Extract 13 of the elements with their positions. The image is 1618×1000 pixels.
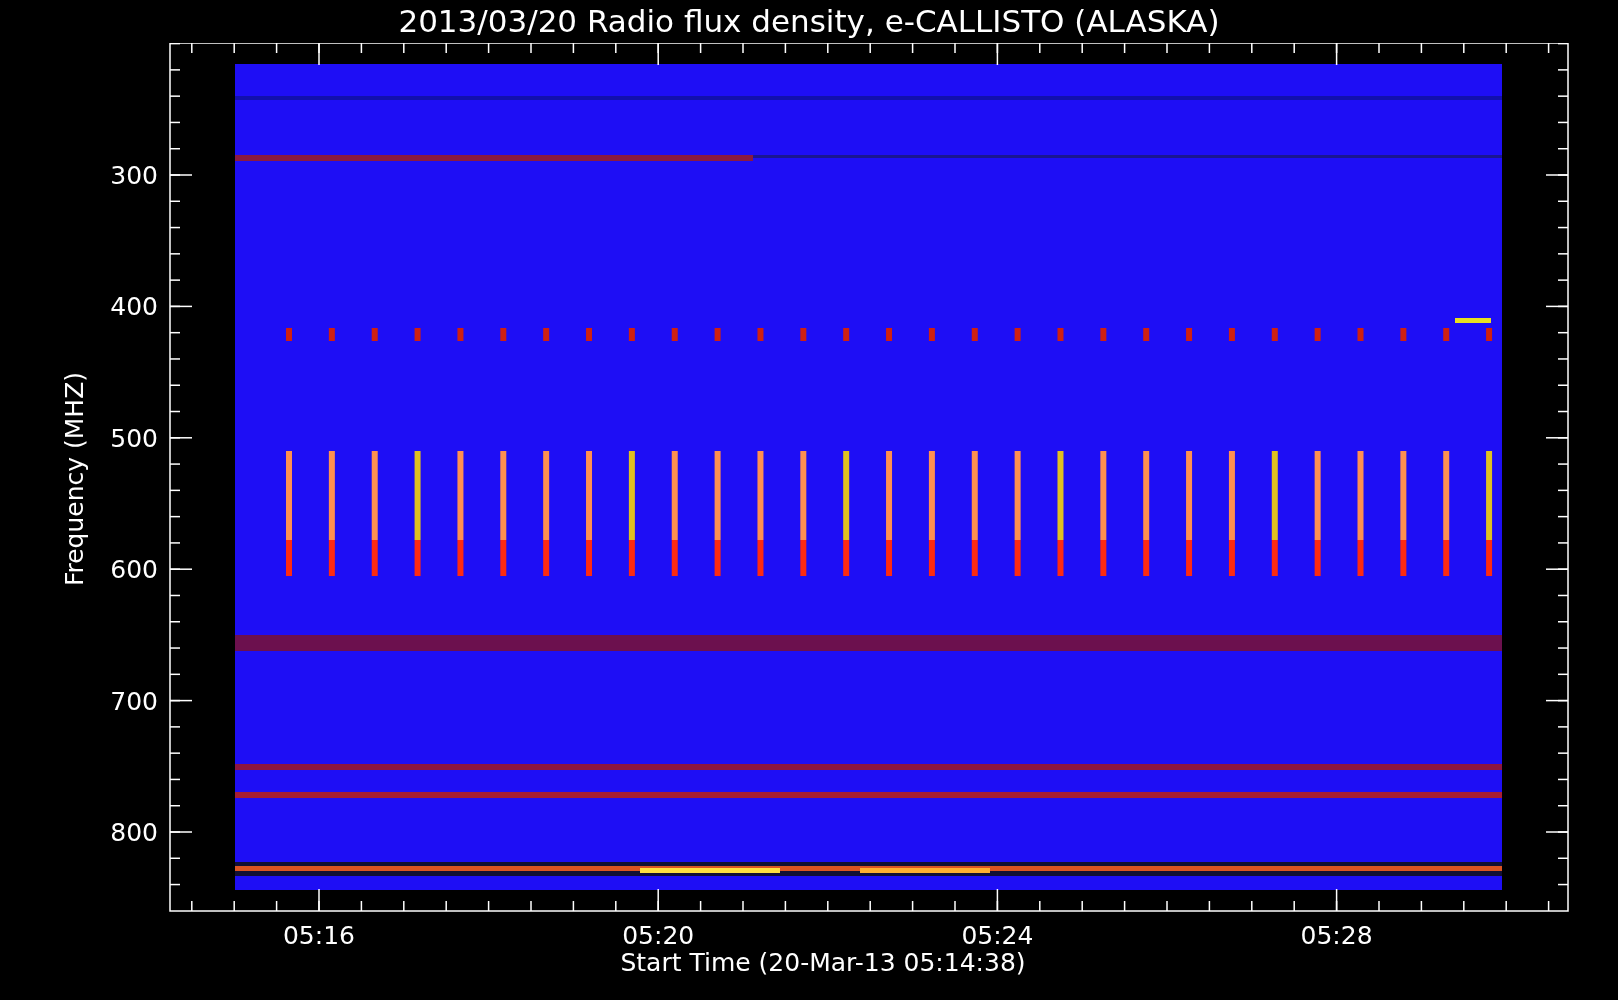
tick-label: 600 xyxy=(110,555,158,585)
tick-label: 500 xyxy=(110,423,158,453)
tick-label: 05:20 xyxy=(622,921,695,950)
tick-label: 400 xyxy=(110,292,158,322)
axis-label: Start Time (20-Mar-13 05:14:38) xyxy=(620,950,1026,975)
tick-label: 05:16 xyxy=(283,921,355,950)
chart-title: 2013/03/20 Radio flux density, e-CALLISTO (ALASKA) xyxy=(398,6,1220,37)
tick-label: 800 xyxy=(110,818,158,847)
tick-label: 05:24 xyxy=(961,921,1034,950)
tick-label: 05:28 xyxy=(1300,921,1373,950)
tick-label: 700 xyxy=(110,686,158,716)
tick-label: 300 xyxy=(110,161,158,190)
axis-label: Frequency (MHZ) xyxy=(60,371,89,587)
